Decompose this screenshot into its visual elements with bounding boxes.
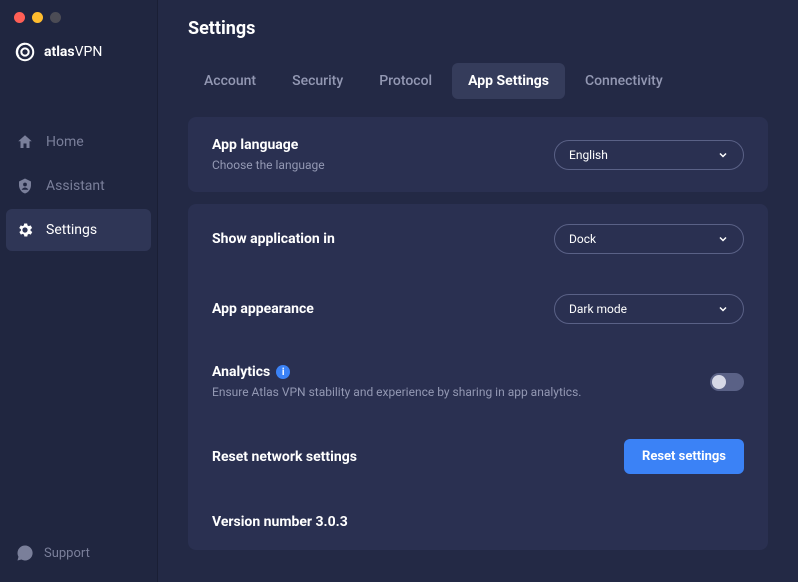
language-select[interactable]: English bbox=[554, 140, 744, 170]
chevron-down-icon bbox=[717, 303, 729, 315]
language-sub: Choose the language bbox=[212, 158, 554, 172]
select-value: English bbox=[569, 148, 608, 162]
show-in-row: Show application in Dock bbox=[212, 204, 744, 274]
nav-support[interactable]: Support bbox=[0, 524, 157, 582]
app-settings-card: Show application in Dock App appearance … bbox=[188, 204, 768, 550]
version-title: Version number 3.0.3 bbox=[212, 514, 744, 530]
home-icon bbox=[16, 133, 34, 151]
nav-label: Support bbox=[44, 546, 90, 561]
atlas-logo-icon bbox=[14, 41, 36, 63]
language-card: App language Choose the language English bbox=[188, 117, 768, 192]
nav-home[interactable]: Home bbox=[6, 121, 151, 163]
info-icon[interactable]: i bbox=[276, 365, 290, 379]
settings-icon bbox=[16, 221, 34, 239]
assistant-icon bbox=[16, 177, 34, 195]
nav: Home Assistant Settings bbox=[0, 121, 157, 251]
appearance-text: App appearance bbox=[212, 301, 554, 317]
tab-account[interactable]: Account bbox=[188, 63, 272, 99]
analytics-toggle[interactable] bbox=[710, 373, 744, 391]
version-row: Version number 3.0.3 bbox=[212, 494, 744, 550]
show-in-title: Show application in bbox=[212, 231, 554, 247]
close-window-button[interactable] bbox=[14, 12, 25, 23]
language-row: App language Choose the language English bbox=[212, 117, 744, 192]
maximize-window-button[interactable] bbox=[50, 12, 61, 23]
support-icon bbox=[16, 544, 34, 562]
analytics-title: Analytics i bbox=[212, 364, 710, 380]
appearance-title: App appearance bbox=[212, 301, 554, 317]
app-name: atlasVPN bbox=[44, 44, 102, 60]
language-title: App language bbox=[212, 137, 554, 153]
window-controls bbox=[0, 12, 157, 23]
select-value: Dock bbox=[569, 232, 596, 246]
nav-label: Settings bbox=[46, 222, 97, 238]
nav-label: Home bbox=[46, 134, 84, 150]
analytics-sub: Ensure Atlas VPN stability and experienc… bbox=[212, 385, 710, 399]
appearance-row: App appearance Dark mode bbox=[212, 274, 744, 344]
reset-title: Reset network settings bbox=[212, 449, 624, 465]
chevron-down-icon bbox=[717, 149, 729, 161]
language-text: App language Choose the language bbox=[212, 137, 554, 172]
tab-app-settings[interactable]: App Settings bbox=[452, 63, 565, 99]
tab-connectivity[interactable]: Connectivity bbox=[569, 63, 679, 99]
appearance-select[interactable]: Dark mode bbox=[554, 294, 744, 324]
analytics-text: Analytics i Ensure Atlas VPN stability a… bbox=[212, 364, 710, 399]
nav-settings[interactable]: Settings bbox=[6, 209, 151, 251]
tab-protocol[interactable]: Protocol bbox=[363, 63, 448, 99]
tab-security[interactable]: Security bbox=[276, 63, 359, 99]
nav-label: Assistant bbox=[46, 178, 105, 194]
tabs: Account Security Protocol App Settings C… bbox=[188, 63, 768, 99]
show-in-select[interactable]: Dock bbox=[554, 224, 744, 254]
sidebar: atlasVPN Home Assistant Settings Support bbox=[0, 0, 158, 582]
main-content: Settings Account Security Protocol App S… bbox=[158, 0, 798, 582]
select-value: Dark mode bbox=[569, 302, 627, 316]
reset-button[interactable]: Reset settings bbox=[624, 439, 744, 474]
nav-assistant[interactable]: Assistant bbox=[6, 165, 151, 207]
version-text: Version number 3.0.3 bbox=[212, 514, 744, 530]
page-title: Settings bbox=[188, 18, 768, 39]
minimize-window-button[interactable] bbox=[32, 12, 43, 23]
reset-text: Reset network settings bbox=[212, 449, 624, 465]
show-in-text: Show application in bbox=[212, 231, 554, 247]
reset-row: Reset network settings Reset settings bbox=[212, 419, 744, 494]
app-logo: atlasVPN bbox=[0, 41, 157, 63]
analytics-row: Analytics i Ensure Atlas VPN stability a… bbox=[212, 344, 744, 419]
chevron-down-icon bbox=[717, 233, 729, 245]
